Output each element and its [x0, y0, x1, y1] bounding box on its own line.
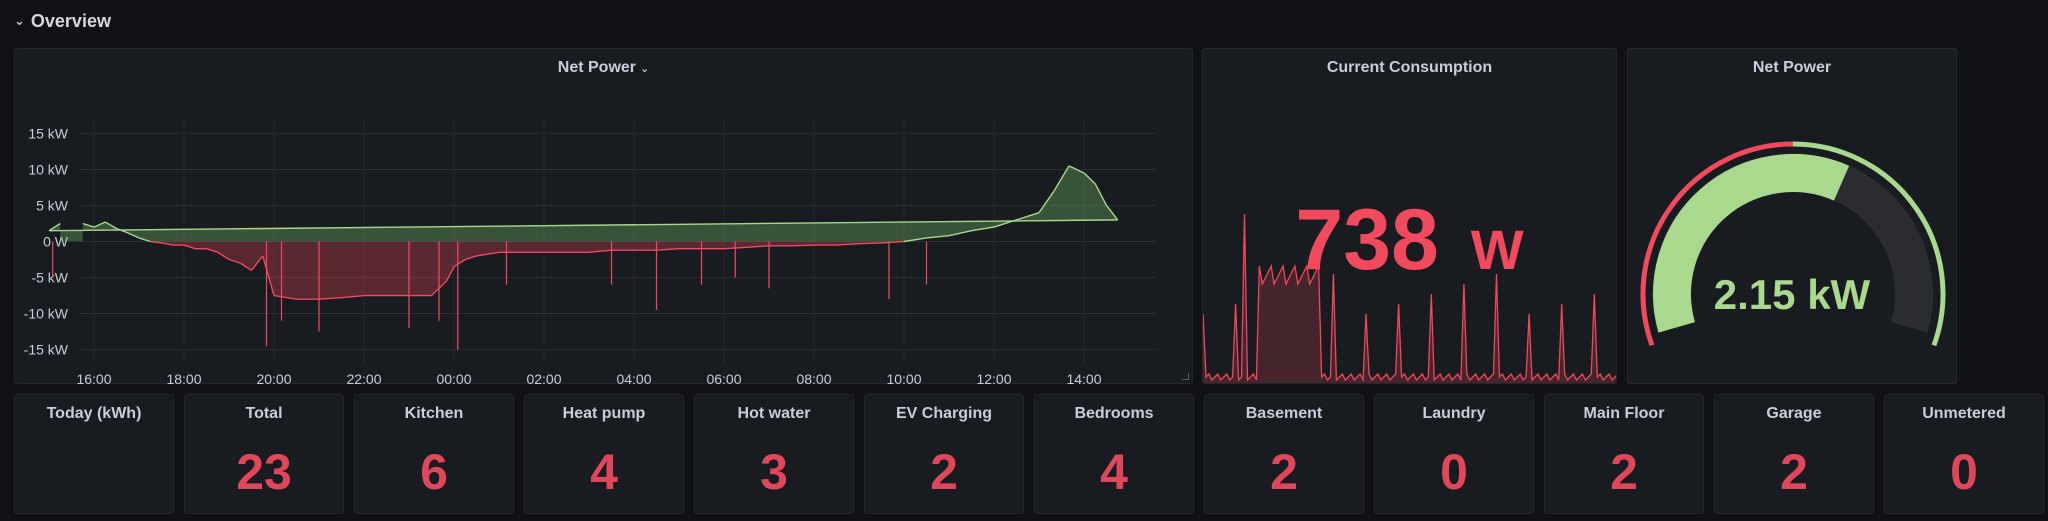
- stat-title: Main Floor: [1583, 405, 1665, 422]
- consumption-unit: W: [1470, 218, 1524, 281]
- positive-area: [49, 165, 1118, 242]
- stat-title: Hot water: [737, 405, 811, 422]
- x-tick-label: 16:00: [76, 371, 111, 385]
- stat-panel-today-kwh[interactable]: Today (kWh): [14, 394, 174, 514]
- stat-panel-heat-pump[interactable]: Heat pump 4: [524, 394, 684, 514]
- stat-title: EV Charging: [895, 405, 992, 422]
- stat-panel-total[interactable]: Total 23: [184, 394, 344, 514]
- row-header-overview[interactable]: ⌄ Overview: [14, 6, 111, 36]
- y-tick-label: -15 kW: [24, 342, 69, 358]
- stat-value: 4: [590, 444, 618, 500]
- stat-panel-laundry[interactable]: Laundry 0: [1374, 394, 1534, 514]
- y-tick-label: 15 kW: [28, 125, 68, 141]
- net-power-chart[interactable]: 15 kW10 kW5 kW0 W-5 kW-10 kW-15 kW16:00 1…: [15, 49, 1194, 385]
- consumption-number: 738: [1295, 192, 1439, 288]
- stat-value: 2: [1780, 444, 1808, 500]
- stat-panel-garage[interactable]: Garage 2: [1714, 394, 1874, 514]
- x-tick-label: 12:00: [976, 371, 1011, 385]
- stat-title: Heat pump: [562, 405, 646, 422]
- stat-title: Basement: [1245, 405, 1323, 422]
- stat-title: Garage: [1766, 405, 1822, 422]
- net-power-gauge: [1640, 141, 1946, 347]
- stat-value: 4: [1100, 444, 1128, 500]
- chevron-down-icon: ⌄: [14, 13, 25, 28]
- net-power-gauge-panel[interactable]: Net Power 2.15 kW: [1627, 48, 1957, 384]
- x-tick-label: 02:00: [526, 371, 561, 385]
- stat-value: 6: [420, 444, 448, 500]
- x-tick-label: 14:00: [1066, 371, 1101, 385]
- stat-value: 2: [1270, 444, 1298, 500]
- series-segment: [791, 244, 815, 247]
- x-tick-label: 20:00: [256, 371, 291, 385]
- y-tick-label: 10 kW: [28, 161, 68, 177]
- stat-panel-bedrooms[interactable]: Bedrooms 4: [1034, 394, 1194, 514]
- stat-value: 23: [236, 444, 292, 500]
- stat-panel-unmetered[interactable]: Unmetered 0: [1884, 394, 2044, 514]
- x-tick-label: 00:00: [436, 371, 471, 385]
- stat-panel-main-floor[interactable]: Main Floor 2: [1544, 394, 1704, 514]
- x-tick-label: 10:00: [886, 371, 921, 385]
- gauge-value: 2.15 kW: [1713, 271, 1871, 318]
- y-tick-label: -5 kW: [31, 270, 68, 286]
- x-tick-label: 22:00: [346, 371, 381, 385]
- stat-panel-basement[interactable]: Basement 2: [1204, 394, 1364, 514]
- stat-panel-hot-water[interactable]: Hot water 3: [694, 394, 854, 514]
- stat-title: Unmetered: [1922, 405, 2006, 422]
- stat-title: Bedrooms: [1074, 405, 1154, 422]
- stat-title: Kitchen: [404, 405, 464, 422]
- x-tick-label: 18:00: [166, 371, 201, 385]
- stat-value: 2: [1610, 444, 1638, 500]
- stat-value: 0: [1950, 444, 1978, 500]
- x-tick-label: 08:00: [796, 371, 831, 385]
- x-tick-label: 04:00: [616, 371, 651, 385]
- stat-panel-kitchen[interactable]: Kitchen 6: [354, 394, 514, 514]
- stat-panel-ev-charging[interactable]: EV Charging 2: [864, 394, 1024, 514]
- current-consumption-panel[interactable]: Current Consumption 738 W: [1202, 48, 1617, 384]
- net-power-timeseries-panel[interactable]: Net Power ⌄ 15 kW 10 kW 5 kW 0 W -5 kW -10 kW -…: [14, 48, 1194, 385]
- row-title: Overview: [30, 10, 111, 31]
- y-tick-label: 5 kW: [36, 197, 69, 213]
- stat-title: Laundry: [1422, 405, 1486, 422]
- stat-value: 3: [760, 444, 788, 500]
- stat-title: Total: [245, 405, 283, 422]
- resize-handle[interactable]: [1182, 373, 1189, 380]
- stat-value: 0: [1440, 444, 1468, 500]
- x-tick-label: 06:00: [706, 371, 741, 385]
- stat-title: Today (kWh): [46, 405, 142, 422]
- stat-value: 2: [930, 444, 958, 500]
- y-tick-label: -10 kW: [24, 306, 69, 322]
- series-segment: [858, 242, 882, 245]
- current-consumption-value: 738 W: [1203, 191, 1616, 290]
